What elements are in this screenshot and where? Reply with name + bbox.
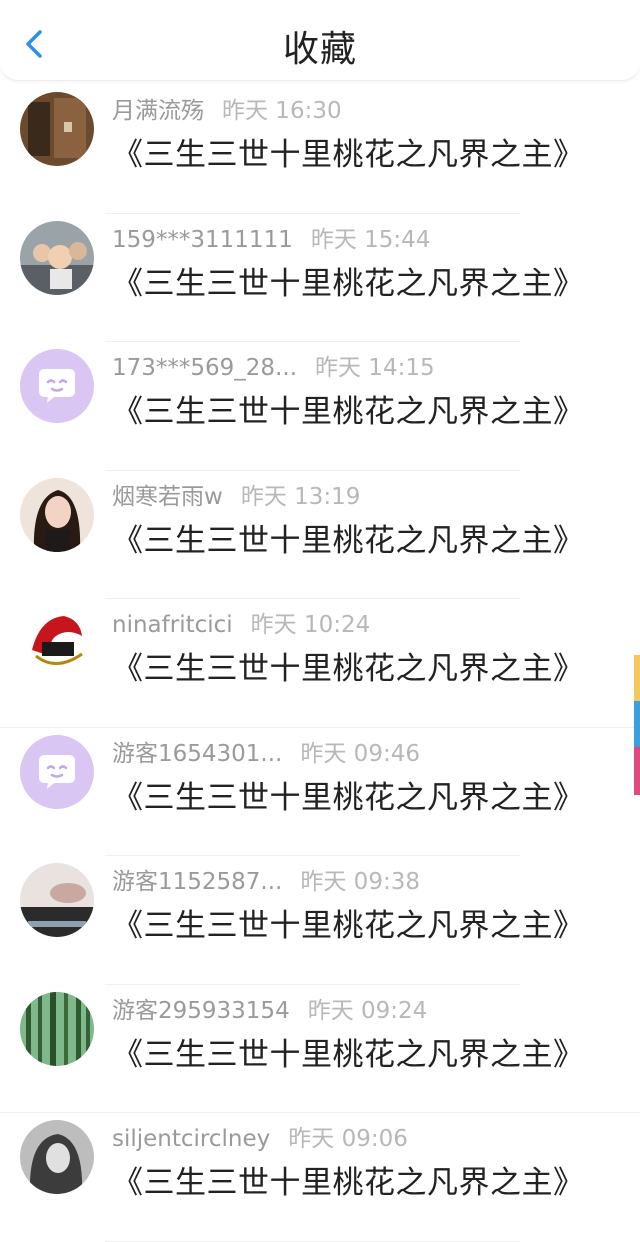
username[interactable]: 159***3111111 xyxy=(112,227,293,253)
item-meta: 游客1152587... 昨天 09:38 xyxy=(112,862,420,896)
page-title: 收藏 xyxy=(282,29,357,70)
list-item[interactable]: 游客1654301... 昨天 09:46 《三生三世十里桃花之凡界之主》 xyxy=(0,728,640,856)
timestamp: 昨天 15:44 xyxy=(310,226,431,253)
timestamp: 昨天 14:15 xyxy=(315,355,435,381)
item-meta: ninafritcici 昨天 10:24 xyxy=(112,605,370,639)
side-tab-yellow[interactable] xyxy=(634,655,640,701)
username[interactable]: 烟寒若雨w xyxy=(112,484,223,510)
app-header: 收藏 xyxy=(0,0,640,81)
item-meta: 月满流殇 昨天 16:30 xyxy=(112,91,342,125)
timestamp: 昨天 09:46 xyxy=(300,740,420,767)
avatar[interactable] xyxy=(20,477,94,552)
favorites-list: 月满流殇 昨天 16:30 《三生三世十里桃花之凡界之主》 159***31111… xyxy=(0,85,640,1242)
username[interactable]: siljentcirclney xyxy=(112,1126,270,1152)
book-title[interactable]: 《三生三世十里桃花之凡界之主》 xyxy=(112,1029,585,1074)
default-avatar[interactable] xyxy=(20,734,94,809)
item-meta: 159***3111111 昨天 15:44 xyxy=(112,220,430,254)
default-avatar[interactable] xyxy=(20,349,94,423)
list-item[interactable]: siljentcirclney 昨天 09:06 《三生三世十里桃花之凡界之主》 xyxy=(0,1113,640,1242)
avatar[interactable] xyxy=(20,1120,94,1194)
username[interactable]: 173***569_28... xyxy=(112,355,297,381)
item-meta: 173***569_28... 昨天 14:15 xyxy=(112,348,435,382)
username[interactable]: 游客1152587... xyxy=(112,869,282,895)
avatar[interactable] xyxy=(20,863,94,937)
avatar[interactable] xyxy=(20,220,94,295)
book-title[interactable]: 《三生三世十里桃花之凡界之主》 xyxy=(112,900,585,945)
item-meta: 游客295933154 昨天 09:24 xyxy=(112,991,427,1025)
avatar[interactable] xyxy=(20,92,94,166)
username[interactable]: 游客295933154 xyxy=(112,998,290,1024)
side-tab-blue[interactable] xyxy=(634,701,640,747)
book-title[interactable]: 《三生三世十里桃花之凡界之主》 xyxy=(112,129,585,174)
list-item[interactable]: ninafritcici 昨天 10:24 《三生三世十里桃花之凡界之主》 xyxy=(0,599,640,728)
timestamp: 昨天 10:24 xyxy=(250,612,371,638)
list-item[interactable]: 游客1152587... 昨天 09:38 《三生三世十里桃花之凡界之主》 xyxy=(0,856,640,985)
book-title[interactable]: 《三生三世十里桃花之凡界之主》 xyxy=(112,643,585,688)
book-title[interactable]: 《三生三世十里桃花之凡界之主》 xyxy=(112,386,585,431)
timestamp: 昨天 09:06 xyxy=(288,1126,408,1152)
book-title[interactable]: 《三生三世十里桃花之凡界之主》 xyxy=(112,258,585,303)
list-item[interactable]: 月满流殇 昨天 16:30 《三生三世十里桃花之凡界之主》 xyxy=(0,85,640,214)
list-item[interactable]: 159***3111111 昨天 15:44 《三生三世十里桃花之凡界之主》 xyxy=(0,214,640,342)
book-title[interactable]: 《三生三世十里桃花之凡界之主》 xyxy=(112,772,585,817)
username[interactable]: 月满流殇 xyxy=(112,98,204,124)
timestamp: 昨天 13:19 xyxy=(240,483,361,510)
timestamp: 昨天 09:24 xyxy=(307,997,428,1024)
item-meta: siljentcirclney 昨天 09:06 xyxy=(112,1119,408,1153)
list-item[interactable]: 173***569_28... 昨天 14:15 《三生三世十里桃花之凡界之主》 xyxy=(0,342,640,471)
book-title[interactable]: 《三生三世十里桃花之凡界之主》 xyxy=(112,515,585,560)
username[interactable]: ninafritcici xyxy=(112,612,233,638)
list-item[interactable]: 烟寒若雨w 昨天 13:19 《三生三世十里桃花之凡界之主》 xyxy=(0,471,640,599)
book-title[interactable]: 《三生三世十里桃花之凡界之主》 xyxy=(112,1157,585,1202)
timestamp: 昨天 16:30 xyxy=(222,98,342,124)
username[interactable]: 游客1654301... xyxy=(112,741,282,767)
timestamp: 昨天 09:38 xyxy=(300,869,420,895)
list-item[interactable]: 游客295933154 昨天 09:24 《三生三世十里桃花之凡界之主》 xyxy=(0,985,640,1113)
divider xyxy=(105,1240,520,1242)
avatar[interactable] xyxy=(20,606,94,680)
item-meta: 烟寒若雨w 昨天 13:19 xyxy=(112,477,360,511)
item-meta: 游客1654301... 昨天 09:46 xyxy=(112,734,420,768)
side-tab-pink[interactable] xyxy=(634,747,640,795)
avatar[interactable] xyxy=(20,991,94,1066)
